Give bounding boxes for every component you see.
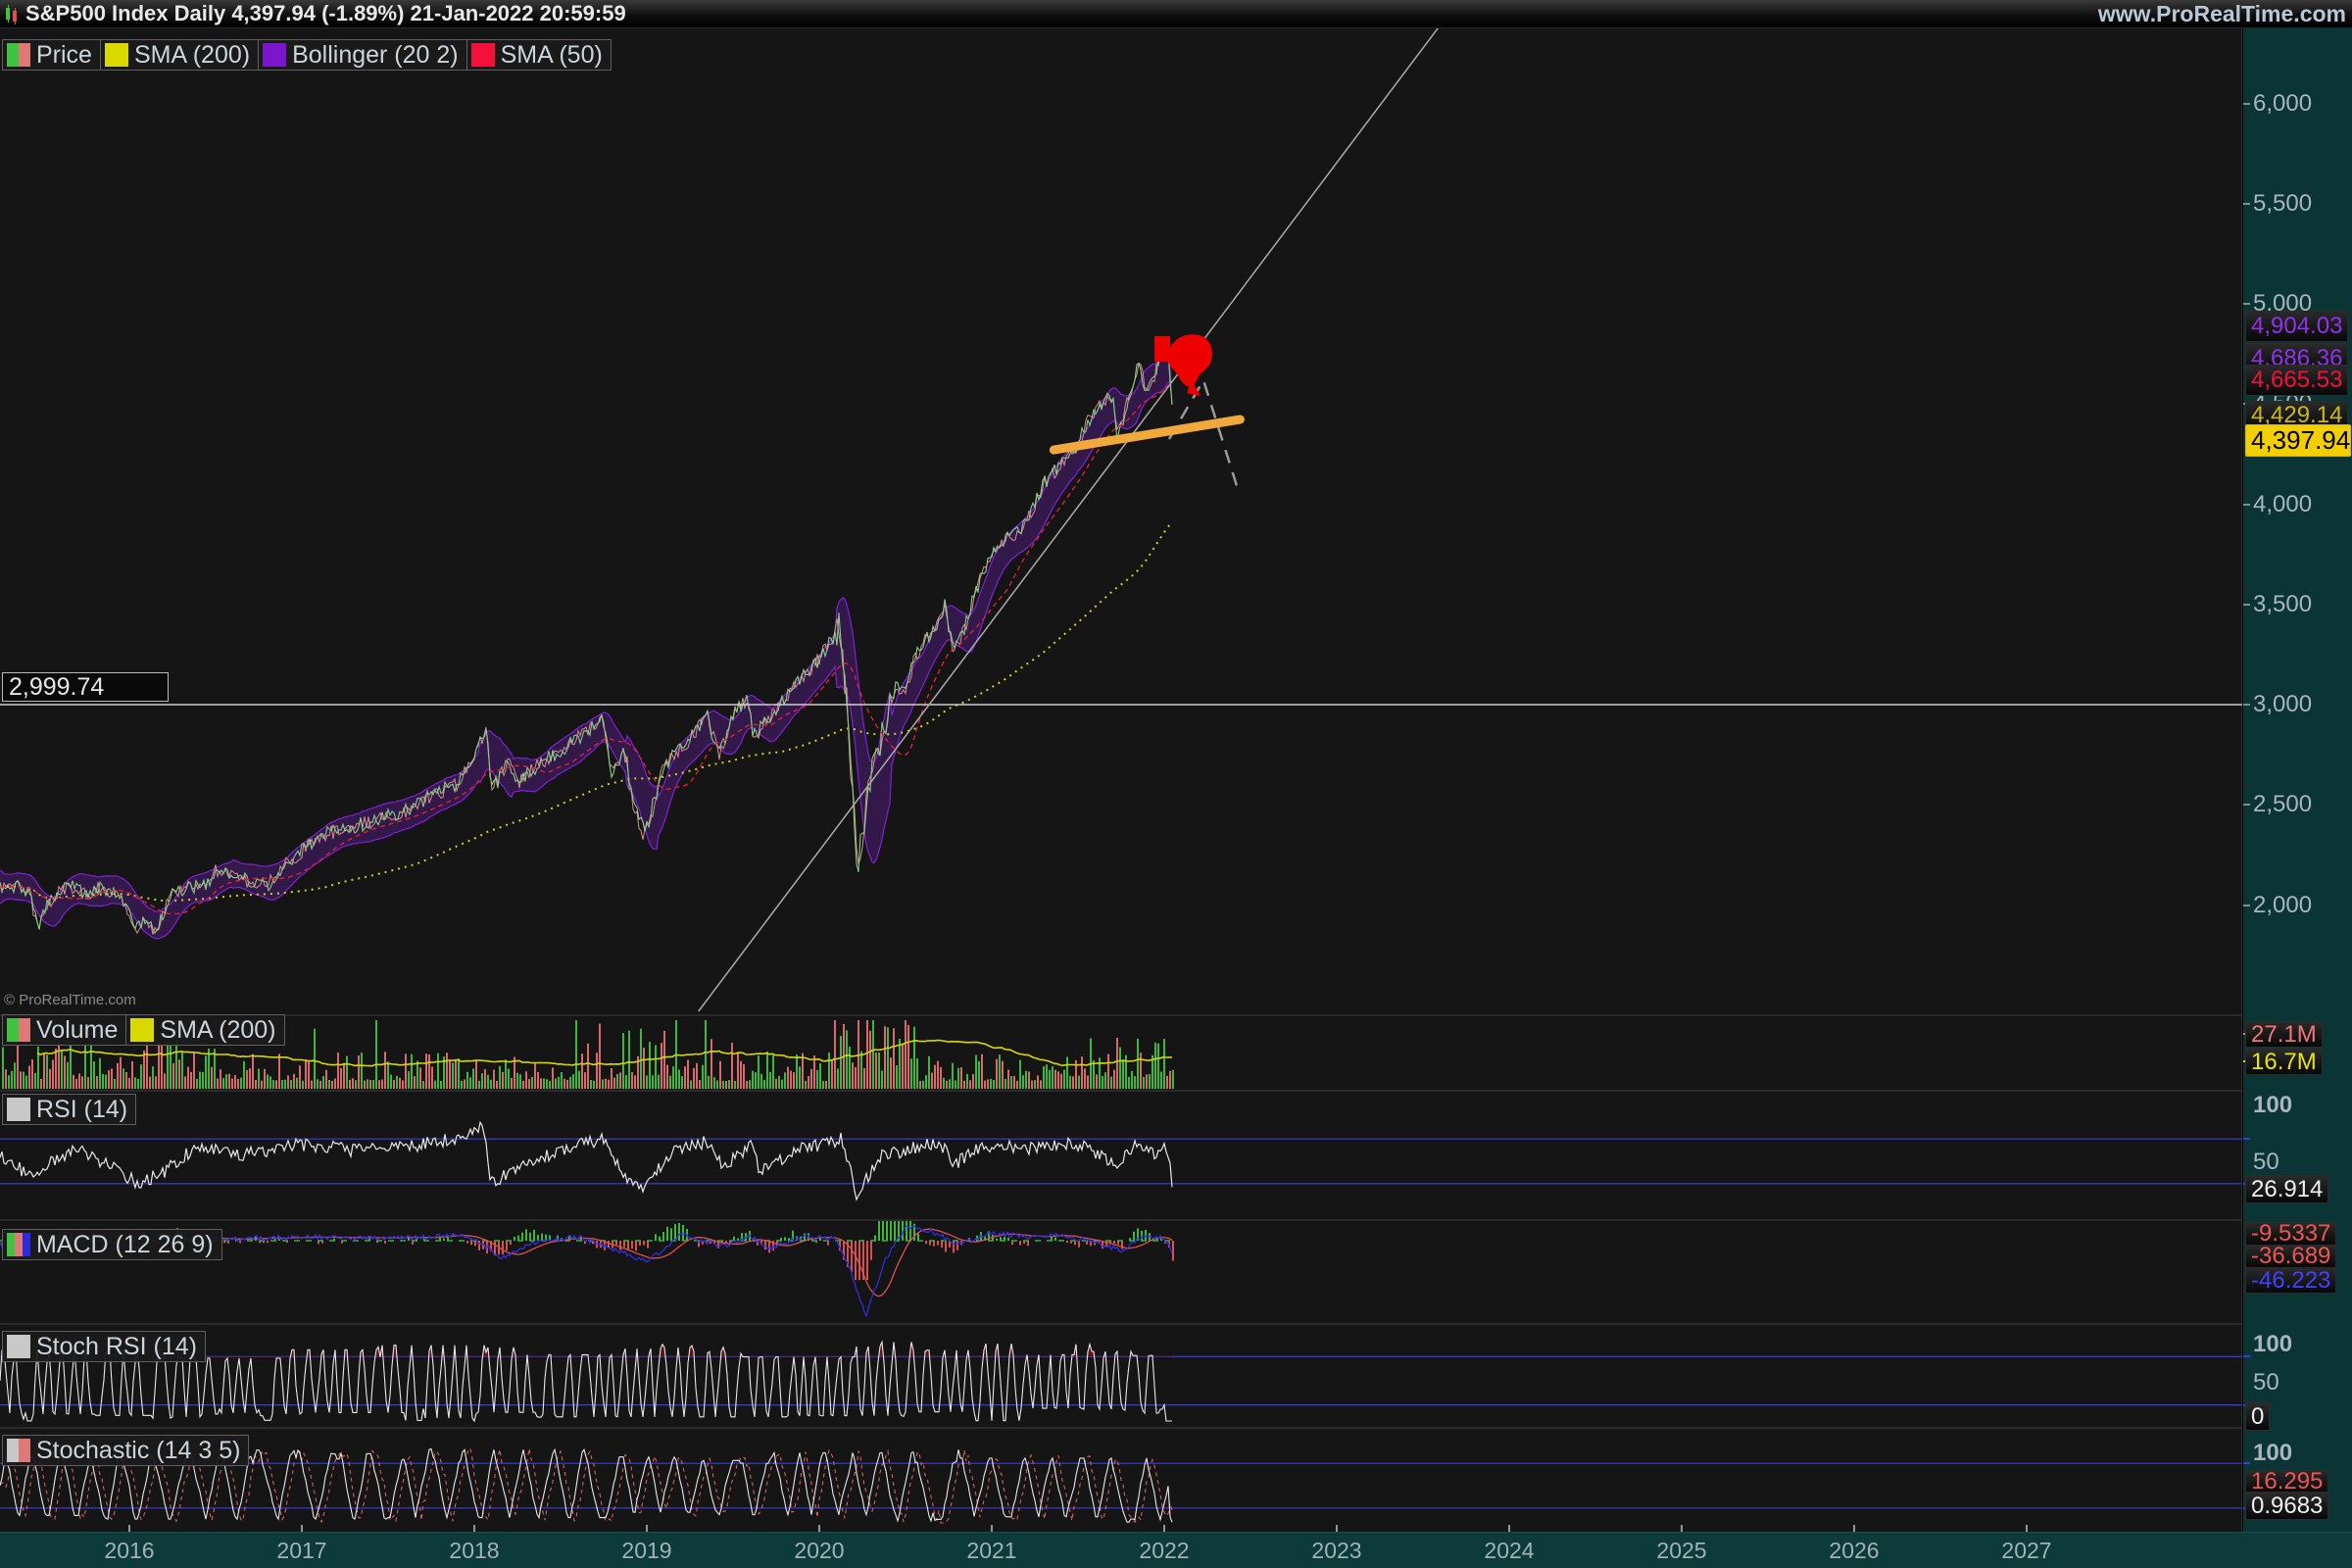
indicator-scale-label: 100	[2253, 1440, 2292, 1467]
candlestick-icon	[4, 4, 20, 24]
website-link[interactable]: www.ProRealTime.com	[2098, 1, 2346, 27]
price-axis[interactable]: 6,0005,5005,0004,5004,0003,5003,0002,500…	[2242, 27, 2352, 1568]
watermark: © ProRealTime.com	[4, 992, 136, 1008]
legend-color-icon	[105, 43, 128, 67]
y-axis-label: 6,000	[2253, 90, 2312, 118]
legend-volume-item[interactable]: SMA (200)	[126, 1014, 284, 1046]
x-axis-year-label: 2025	[1656, 1538, 1706, 1564]
x-axis-year-label: 2026	[1829, 1538, 1879, 1564]
scale-value-label: 16.295	[2245, 1470, 2328, 1494]
axis-tick	[2243, 203, 2250, 205]
stochastic-panel-legend: Stochastic (14 3 5)	[2, 1435, 249, 1466]
legend-label: Price	[36, 41, 92, 70]
axis-tick	[2243, 1138, 2250, 1140]
x-axis-year-label: 2024	[1484, 1538, 1534, 1564]
x-axis-year-label: 2021	[966, 1538, 1016, 1564]
rsi-panel-legend: RSI (14)	[2, 1094, 136, 1125]
title-bar: S&P500 Index Daily 4,397.94 (-1.89%) 21-…	[0, 0, 2352, 27]
axis-tick	[2243, 704, 2250, 706]
legend-label: SMA (50)	[501, 41, 603, 70]
scale-value-label: 4,904.03	[2245, 311, 2348, 342]
legend-label: Volume	[36, 1016, 118, 1045]
legend-price-item[interactable]: SMA (200)	[101, 39, 259, 71]
legend-label: Stoch RSI (14)	[36, 1333, 197, 1361]
indicator-scale-label: 50	[2253, 1149, 2279, 1176]
axis-tick	[2243, 804, 2250, 806]
scale-value-label: 0.9683	[2245, 1492, 2328, 1520]
scale-value-label: 27.1M	[2245, 1021, 2323, 1048]
scale-value-label: 4,665.53	[2245, 365, 2348, 396]
volume-panel-legend: Volume SMA (200)	[2, 1014, 285, 1046]
horizontal-line-label[interactable]: 2,999.74	[2, 672, 169, 702]
legend-color-icon	[7, 1335, 30, 1358]
stochrsi-panel-legend: Stoch RSI (14)	[2, 1331, 206, 1362]
x-axis-year-label: 2027	[2001, 1538, 2051, 1564]
legend-label: Bollinger (20 2)	[292, 41, 459, 70]
legend-label: SMA (200)	[160, 1016, 275, 1045]
y-axis-label: 5,500	[2253, 190, 2312, 218]
legend-label: Stochastic (14 3 5)	[36, 1437, 240, 1465]
legend-color-icon	[7, 43, 30, 67]
legend-rsi-item[interactable]: RSI (14)	[2, 1094, 136, 1125]
legend-color-icon	[7, 1098, 30, 1121]
y-axis-label: 2,000	[2253, 892, 2312, 919]
legend-price-item[interactable]: Bollinger (20 2)	[259, 39, 467, 71]
current-price-label: 4,397.94	[2245, 424, 2351, 457]
axis-tick	[2243, 504, 2250, 506]
x-axis-year-label: 2016	[104, 1538, 154, 1564]
axis-tick	[2243, 905, 2250, 906]
scale-value-label: 26.914	[2245, 1175, 2328, 1203]
axis-tick	[2243, 103, 2250, 105]
macd-panel-legend: MACD (12 26 9)	[2, 1229, 222, 1260]
legend-color-icon	[7, 1233, 30, 1256]
time-axis[interactable]: 2016 2017 2018 2019 2020 2021 2022 2023 2024 2025…	[0, 1532, 2352, 1568]
legend-color-icon	[263, 43, 286, 67]
x-axis-year-label: 2018	[449, 1538, 499, 1564]
chart-title: S&P500 Index Daily 4,397.94 (-1.89%) 21-…	[25, 1, 626, 26]
prorealtime-window: S&P500 Index Daily 4,397.94 (-1.89%) 21-…	[0, 0, 2352, 1568]
x-axis-year-label: 2017	[276, 1538, 326, 1564]
legend-label: SMA (200)	[134, 41, 250, 70]
axis-tick	[2243, 1355, 2250, 1357]
y-axis-label: 3,500	[2253, 591, 2312, 618]
y-axis-label: 2,500	[2253, 791, 2312, 818]
legend-color-icon	[7, 1439, 30, 1462]
legend-macd-item[interactable]: MACD (12 26 9)	[2, 1229, 222, 1260]
x-axis-year-label: 2020	[794, 1538, 844, 1564]
legend-stochastic-item[interactable]: Stochastic (14 3 5)	[2, 1435, 249, 1466]
chart-canvas[interactable]	[0, 0, 2352, 1568]
legend-color-icon	[471, 43, 495, 67]
indicator-scale-label: 50	[2253, 1369, 2279, 1396]
legend-volume-item[interactable]: Volume	[2, 1014, 126, 1046]
x-axis-year-label: 2019	[621, 1538, 671, 1564]
legend-price-item[interactable]: SMA (50)	[467, 39, 612, 71]
scale-value-label: 0	[2245, 1402, 2270, 1431]
axis-tick	[2243, 303, 2250, 305]
legend-stochrsi-item[interactable]: Stoch RSI (14)	[2, 1331, 206, 1362]
y-axis-label: 3,000	[2253, 691, 2312, 718]
scale-value-label: -46.223	[2245, 1267, 2336, 1294]
legend-label: RSI (14)	[36, 1096, 127, 1124]
x-axis-year-label: 2022	[1139, 1538, 1189, 1564]
legend-color-icon	[130, 1018, 154, 1042]
y-axis-label: 4,000	[2253, 491, 2312, 518]
axis-tick	[2243, 604, 2250, 606]
indicator-scale-label: 100	[2253, 1092, 2292, 1119]
scale-value-label: -36.689	[2245, 1245, 2336, 1268]
indicator-scale-label: 100	[2253, 1331, 2292, 1358]
x-axis-year-label: 2023	[1311, 1538, 1361, 1564]
legend-label: MACD (12 26 9)	[36, 1231, 214, 1259]
legend-price-item[interactable]: Price	[2, 39, 101, 71]
scale-value-label: 16.7M	[2245, 1049, 2323, 1075]
legend-color-icon	[7, 1018, 30, 1042]
axis-tick	[2243, 1462, 2250, 1464]
price-panel-legend: Price SMA (200) Bollinger (20 2) SMA (50)	[2, 39, 612, 71]
